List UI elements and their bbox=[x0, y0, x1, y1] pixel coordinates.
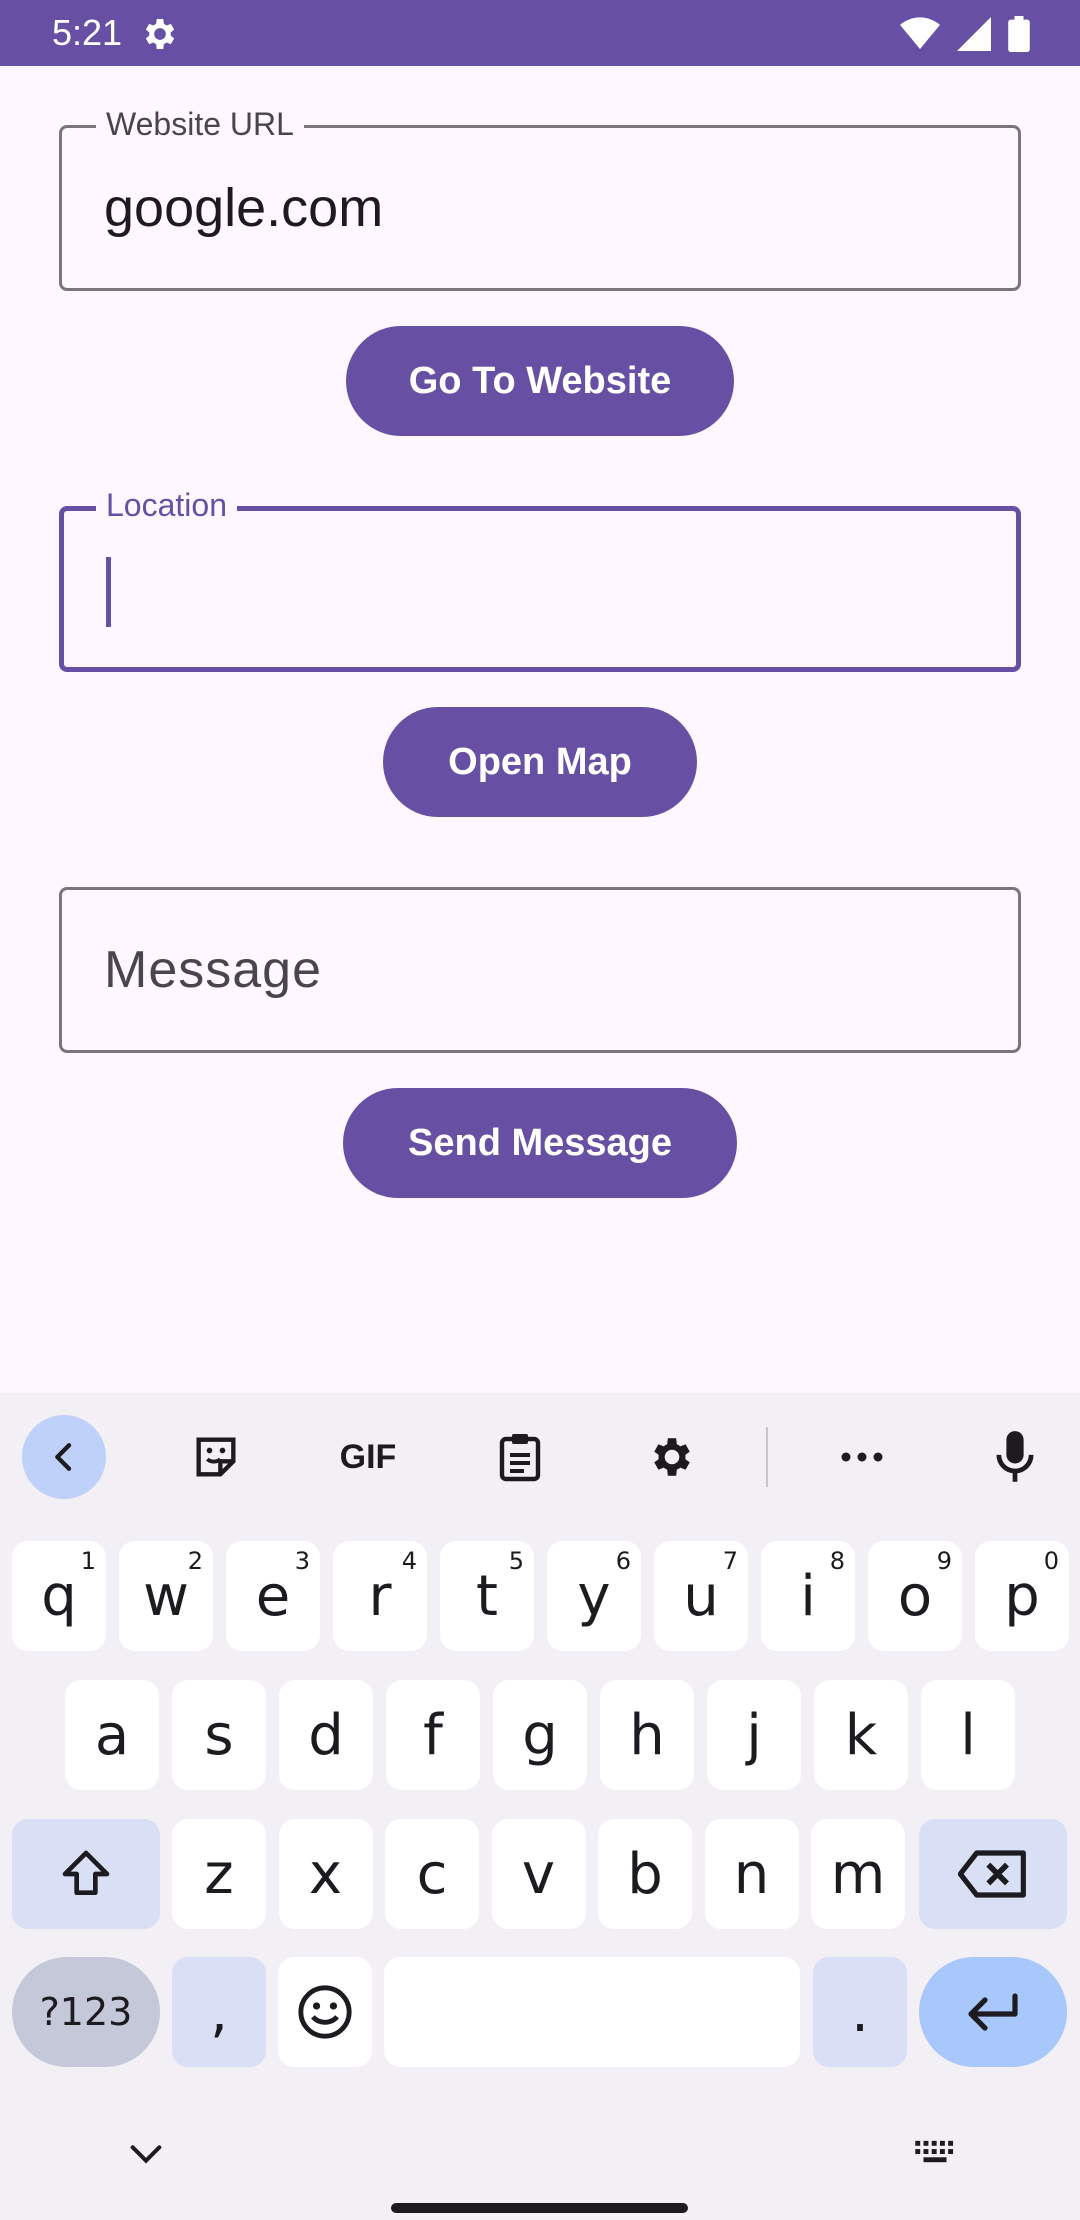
key-o[interactable]: o9 bbox=[868, 1541, 962, 1651]
website-url-label: Website URL bbox=[96, 106, 304, 142]
battery-icon bbox=[1008, 16, 1030, 52]
go-to-website-button[interactable]: Go To Website bbox=[346, 326, 734, 436]
key-hint: 9 bbox=[936, 1547, 952, 1575]
key-e[interactable]: e3 bbox=[226, 1541, 320, 1651]
more-icon[interactable] bbox=[820, 1415, 904, 1499]
key-hint: 4 bbox=[401, 1547, 417, 1575]
key-l[interactable]: l bbox=[921, 1680, 1015, 1790]
key-hint: 7 bbox=[722, 1547, 738, 1575]
space-key[interactable] bbox=[384, 1957, 800, 2067]
key-label: t bbox=[476, 1563, 498, 1629]
key-hint: 8 bbox=[829, 1547, 845, 1575]
emoji-key[interactable] bbox=[278, 1957, 372, 2067]
key-b[interactable]: b bbox=[598, 1819, 692, 1929]
key-t[interactable]: t5 bbox=[440, 1541, 534, 1651]
website-url-value: google.com bbox=[104, 178, 384, 238]
mic-icon[interactable] bbox=[973, 1415, 1057, 1499]
key-label: u bbox=[683, 1563, 719, 1629]
key-label: i bbox=[800, 1563, 816, 1629]
enter-key[interactable] bbox=[919, 1957, 1067, 2067]
key-label: r bbox=[368, 1563, 392, 1629]
symbols-key[interactable]: ?123 bbox=[12, 1957, 160, 2067]
period-key[interactable]: . bbox=[813, 1957, 907, 2067]
navigation-bar bbox=[0, 2113, 1080, 2220]
settings-gear-icon bbox=[145, 19, 175, 49]
key-hint: 3 bbox=[294, 1547, 310, 1575]
key-y[interactable]: y6 bbox=[547, 1541, 641, 1651]
key-d[interactable]: d bbox=[279, 1680, 373, 1790]
enter-icon bbox=[968, 1993, 1018, 2031]
key-p[interactable]: p0 bbox=[975, 1541, 1069, 1651]
key-n[interactable]: n bbox=[704, 1819, 799, 1929]
status-bar: 5:21 bbox=[0, 0, 1080, 66]
back-icon[interactable] bbox=[22, 1415, 106, 1499]
key-label: y bbox=[577, 1563, 611, 1629]
keyboard-toolbar: GIF bbox=[0, 1393, 1080, 1518]
key-hint: 2 bbox=[187, 1547, 203, 1575]
key-r[interactable]: r4 bbox=[333, 1541, 427, 1651]
key-h[interactable]: h bbox=[600, 1680, 694, 1790]
key-hint: 0 bbox=[1043, 1547, 1059, 1575]
home-indicator[interactable] bbox=[391, 2203, 688, 2213]
open-map-button[interactable]: Open Map bbox=[383, 707, 697, 817]
settings-icon[interactable] bbox=[630, 1415, 714, 1499]
key-m[interactable]: m bbox=[811, 1819, 905, 1929]
clipboard-icon[interactable] bbox=[478, 1415, 562, 1499]
message-field[interactable]: Message bbox=[59, 887, 1021, 1053]
key-hint: 1 bbox=[80, 1547, 96, 1575]
key-f[interactable]: f bbox=[386, 1680, 480, 1790]
sticker-icon[interactable] bbox=[174, 1415, 258, 1499]
signal-icon bbox=[957, 17, 991, 51]
comma-key[interactable]: , bbox=[172, 1957, 266, 2067]
key-w[interactable]: w2 bbox=[119, 1541, 213, 1651]
key-j[interactable]: j bbox=[707, 1680, 801, 1790]
keyboard-switch-icon[interactable] bbox=[912, 2137, 958, 2171]
key-label: o bbox=[897, 1563, 933, 1629]
key-label: p bbox=[1004, 1563, 1040, 1629]
key-g[interactable]: g bbox=[493, 1680, 587, 1790]
gif-label: GIF bbox=[339, 1437, 397, 1476]
key-v[interactable]: v bbox=[491, 1819, 586, 1929]
key-a[interactable]: a bbox=[65, 1680, 159, 1790]
key-label: e bbox=[255, 1563, 291, 1629]
key-hint: 6 bbox=[615, 1547, 631, 1575]
key-s[interactable]: s bbox=[172, 1680, 266, 1790]
wifi-icon bbox=[900, 17, 940, 49]
key-label: q bbox=[41, 1563, 77, 1629]
status-icons bbox=[900, 16, 1030, 52]
backspace-key[interactable] bbox=[919, 1819, 1067, 1929]
text-cursor bbox=[106, 557, 111, 627]
key-q[interactable]: q1 bbox=[12, 1541, 106, 1651]
key-i[interactable]: i8 bbox=[761, 1541, 855, 1651]
website-url-field[interactable]: Website URL google.com bbox=[59, 106, 1021, 291]
key-x[interactable]: x bbox=[278, 1819, 373, 1929]
on-screen-keyboard: GIF q1w2e3r4t5y6u7i8o9p0 asdfghjkl zxcvb… bbox=[0, 1393, 1080, 2220]
key-u[interactable]: u7 bbox=[654, 1541, 748, 1651]
toolbar-divider bbox=[766, 1427, 768, 1487]
hide-keyboard-icon[interactable] bbox=[126, 2139, 166, 2169]
location-field[interactable]: Location bbox=[59, 487, 1021, 672]
key-z[interactable]: z bbox=[172, 1819, 266, 1929]
gif-icon[interactable]: GIF bbox=[326, 1415, 410, 1499]
send-message-button[interactable]: Send Message bbox=[343, 1088, 737, 1198]
emoji-icon bbox=[298, 1985, 352, 2039]
key-k[interactable]: k bbox=[814, 1680, 908, 1790]
key-c[interactable]: c bbox=[385, 1819, 479, 1929]
key-label: w bbox=[143, 1563, 189, 1629]
status-time: 5:21 bbox=[52, 12, 123, 53]
location-label: Location bbox=[96, 487, 237, 523]
message-placeholder: Message bbox=[104, 941, 322, 999]
key-hint: 5 bbox=[508, 1547, 524, 1575]
shift-key[interactable] bbox=[12, 1819, 160, 1929]
